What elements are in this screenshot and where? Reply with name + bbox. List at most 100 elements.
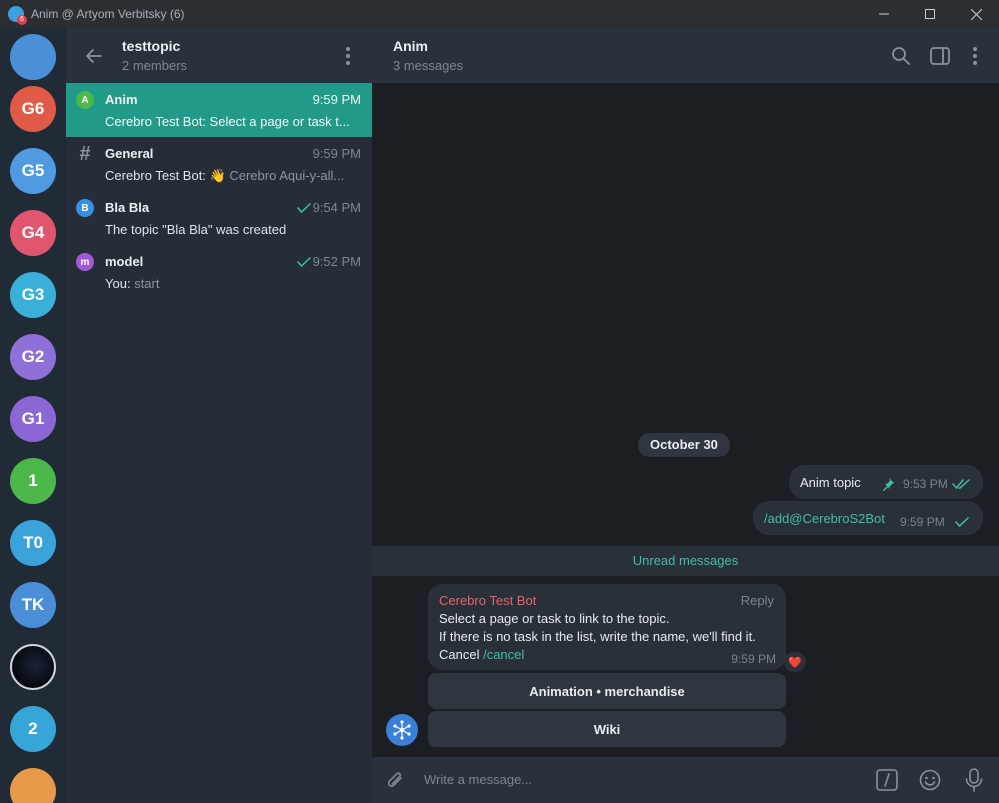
chat-avatar[interactable]: G6 bbox=[10, 86, 56, 132]
chat-area: Anim 3 messages October 30 Anim topic 9:… bbox=[372, 28, 999, 803]
preview-sender: You: bbox=[105, 276, 131, 291]
search-icon bbox=[892, 47, 910, 65]
arrow-left-icon bbox=[86, 49, 102, 63]
chat-avatar[interactable] bbox=[10, 34, 56, 80]
message-line: If there is no task in the list, write t… bbox=[439, 629, 756, 644]
chat-avatar[interactable]: G2 bbox=[10, 334, 56, 380]
topic-name: model bbox=[105, 254, 144, 269]
topic-preview: You: start bbox=[105, 276, 361, 291]
topic-name: Bla Bla bbox=[105, 200, 150, 215]
close-icon bbox=[970, 8, 982, 20]
chat-menu-button[interactable] bbox=[963, 44, 987, 68]
topic-time-text: 9:59 PM bbox=[312, 146, 361, 161]
inline-keyboard-button[interactable]: Animation • merchandise bbox=[428, 673, 786, 709]
chat-avatar[interactable]: T0 bbox=[10, 520, 56, 566]
check-icon bbox=[296, 256, 311, 267]
minimize-icon bbox=[879, 13, 889, 15]
topic-time: 9:52 PM bbox=[296, 254, 361, 269]
preview-text: The topic "Bla Bla" was created bbox=[105, 222, 287, 237]
preview-text: Select a page or task t... bbox=[209, 114, 350, 129]
maximize-button[interactable] bbox=[907, 0, 953, 28]
window-title: Anim @ Artyom Verbitsky (6) bbox=[31, 7, 185, 21]
topic-icon: m bbox=[76, 253, 94, 271]
message-text: Cancel bbox=[439, 647, 480, 662]
check-icon bbox=[296, 202, 311, 213]
more-vertical-icon bbox=[973, 47, 977, 65]
chat-avatar[interactable]: G5 bbox=[10, 148, 56, 194]
cancel-command-link[interactable]: /cancel bbox=[483, 647, 524, 662]
reply-button[interactable]: Reply bbox=[741, 593, 774, 608]
maximize-icon bbox=[925, 9, 935, 19]
topic-preview: Cerebro Test Bot: Select a page or task … bbox=[105, 114, 361, 129]
bot-command-link[interactable]: /add@CerebroS2Bot bbox=[764, 511, 885, 526]
topic-preview: The topic "Bla Bla" was created bbox=[105, 222, 361, 237]
chat-avatar[interactable]: G3 bbox=[10, 272, 56, 318]
topic-name: Anim bbox=[105, 92, 138, 107]
chat-avatar[interactable] bbox=[10, 644, 56, 690]
emoji-button[interactable] bbox=[918, 768, 942, 792]
outgoing-message[interactable]: /add@CerebroS2Bot 9:59 PM bbox=[753, 501, 983, 535]
sidebar-icon bbox=[930, 47, 950, 65]
preview-sender: Cerebro Test Bot: bbox=[105, 168, 206, 183]
double-check-icon bbox=[951, 479, 970, 490]
search-button[interactable] bbox=[889, 44, 913, 68]
bot-commands-button[interactable] bbox=[875, 768, 899, 792]
chat-avatar[interactable]: G4 bbox=[10, 210, 56, 256]
close-button[interactable] bbox=[953, 0, 999, 28]
chat-title[interactable]: Anim bbox=[393, 38, 428, 54]
attach-button[interactable] bbox=[384, 768, 408, 792]
message-line: Cancel /cancel bbox=[439, 647, 524, 662]
message-sender[interactable]: Cerebro Test Bot bbox=[439, 593, 536, 608]
message-time: 9:59 PM bbox=[900, 515, 945, 529]
paperclip-icon bbox=[387, 772, 402, 787]
preview-sender: Cerebro Test Bot: bbox=[105, 114, 206, 129]
topic-name: General bbox=[105, 146, 154, 161]
topic-item-general[interactable]: # General 9:59 PM Cerebro Test Bot: 👋 Cereb… bbox=[66, 137, 372, 191]
topic-preview: Cerebro Test Bot: 👋 Cerebro Aqui-y-all..… bbox=[105, 168, 361, 184]
message-time: 9:53 PM bbox=[903, 477, 948, 491]
chat-avatar[interactable]: G1 bbox=[10, 396, 56, 442]
waving-hand-icon: 👋 bbox=[209, 168, 226, 183]
window-titlebar: 6 Anim @ Artyom Verbitsky (6) bbox=[0, 0, 999, 28]
topic-list-panel: testtopic 2 members A Anim 9:59 PM Cerebro … bbox=[66, 28, 372, 803]
microphone-icon bbox=[965, 768, 983, 792]
topic-time: 9:59 PM bbox=[313, 146, 361, 161]
topic-item-model[interactable]: m model 9:52 PM You: start bbox=[66, 245, 372, 299]
voice-message-button[interactable] bbox=[962, 768, 986, 792]
chat-avatar[interactable]: 1 bbox=[10, 458, 56, 504]
sidebar-toggle-button[interactable] bbox=[928, 44, 952, 68]
pin-icon bbox=[883, 478, 894, 491]
topic-time: 9:54 PM bbox=[296, 200, 361, 215]
network-logo-icon bbox=[393, 720, 411, 740]
minimize-button[interactable] bbox=[861, 0, 907, 28]
preview-text: Cerebro Aqui-y-all... bbox=[229, 168, 345, 183]
chat-header: Anim 3 messages bbox=[372, 28, 999, 83]
topic-time-text: 9:52 PM bbox=[312, 254, 361, 269]
message-time: 9:59 PM bbox=[731, 652, 776, 666]
topic-time-text: 9:54 PM bbox=[312, 200, 361, 215]
group-title[interactable]: testtopic bbox=[122, 38, 180, 54]
outgoing-message[interactable]: Anim topic 9:53 PM bbox=[789, 465, 983, 499]
topic-time: 9:59 PM bbox=[313, 92, 361, 107]
message-text: Anim topic bbox=[800, 475, 861, 490]
check-icon bbox=[954, 517, 969, 528]
topic-item-anim[interactable]: A Anim 9:59 PM Cerebro Test Bot: Select a p… bbox=[66, 83, 372, 137]
telegram-app-icon: 6 bbox=[8, 6, 27, 25]
incoming-message[interactable]: Cerebro Test Bot Reply Select a page or … bbox=[428, 584, 786, 670]
chat-avatar[interactable]: 2 bbox=[10, 706, 56, 752]
bot-avatar[interactable] bbox=[386, 714, 418, 746]
back-button[interactable] bbox=[82, 44, 106, 68]
chat-avatar[interactable] bbox=[10, 768, 56, 803]
unread-count-badge: 6 bbox=[17, 15, 27, 25]
message-line: Select a page or task to link to the top… bbox=[439, 611, 670, 626]
heart-icon: ❤️ bbox=[788, 656, 802, 669]
message-input[interactable]: Write a message... bbox=[424, 772, 532, 787]
chats-rail: G6 G5 G4 G3 G2 G1 1 T0 TK 2 bbox=[0, 28, 66, 803]
chat-avatar[interactable]: TK bbox=[10, 582, 56, 628]
group-member-count: 2 members bbox=[122, 58, 188, 73]
inline-keyboard-button[interactable]: Wiki bbox=[428, 711, 786, 747]
topic-time-text: 9:59 PM bbox=[312, 92, 361, 107]
topic-item-bla-bla[interactable]: B Bla Bla 9:54 PM The topic "Bla Bla" was c… bbox=[66, 191, 372, 245]
reaction-badge[interactable]: ❤️ bbox=[784, 652, 806, 672]
group-menu-button[interactable] bbox=[338, 46, 358, 66]
